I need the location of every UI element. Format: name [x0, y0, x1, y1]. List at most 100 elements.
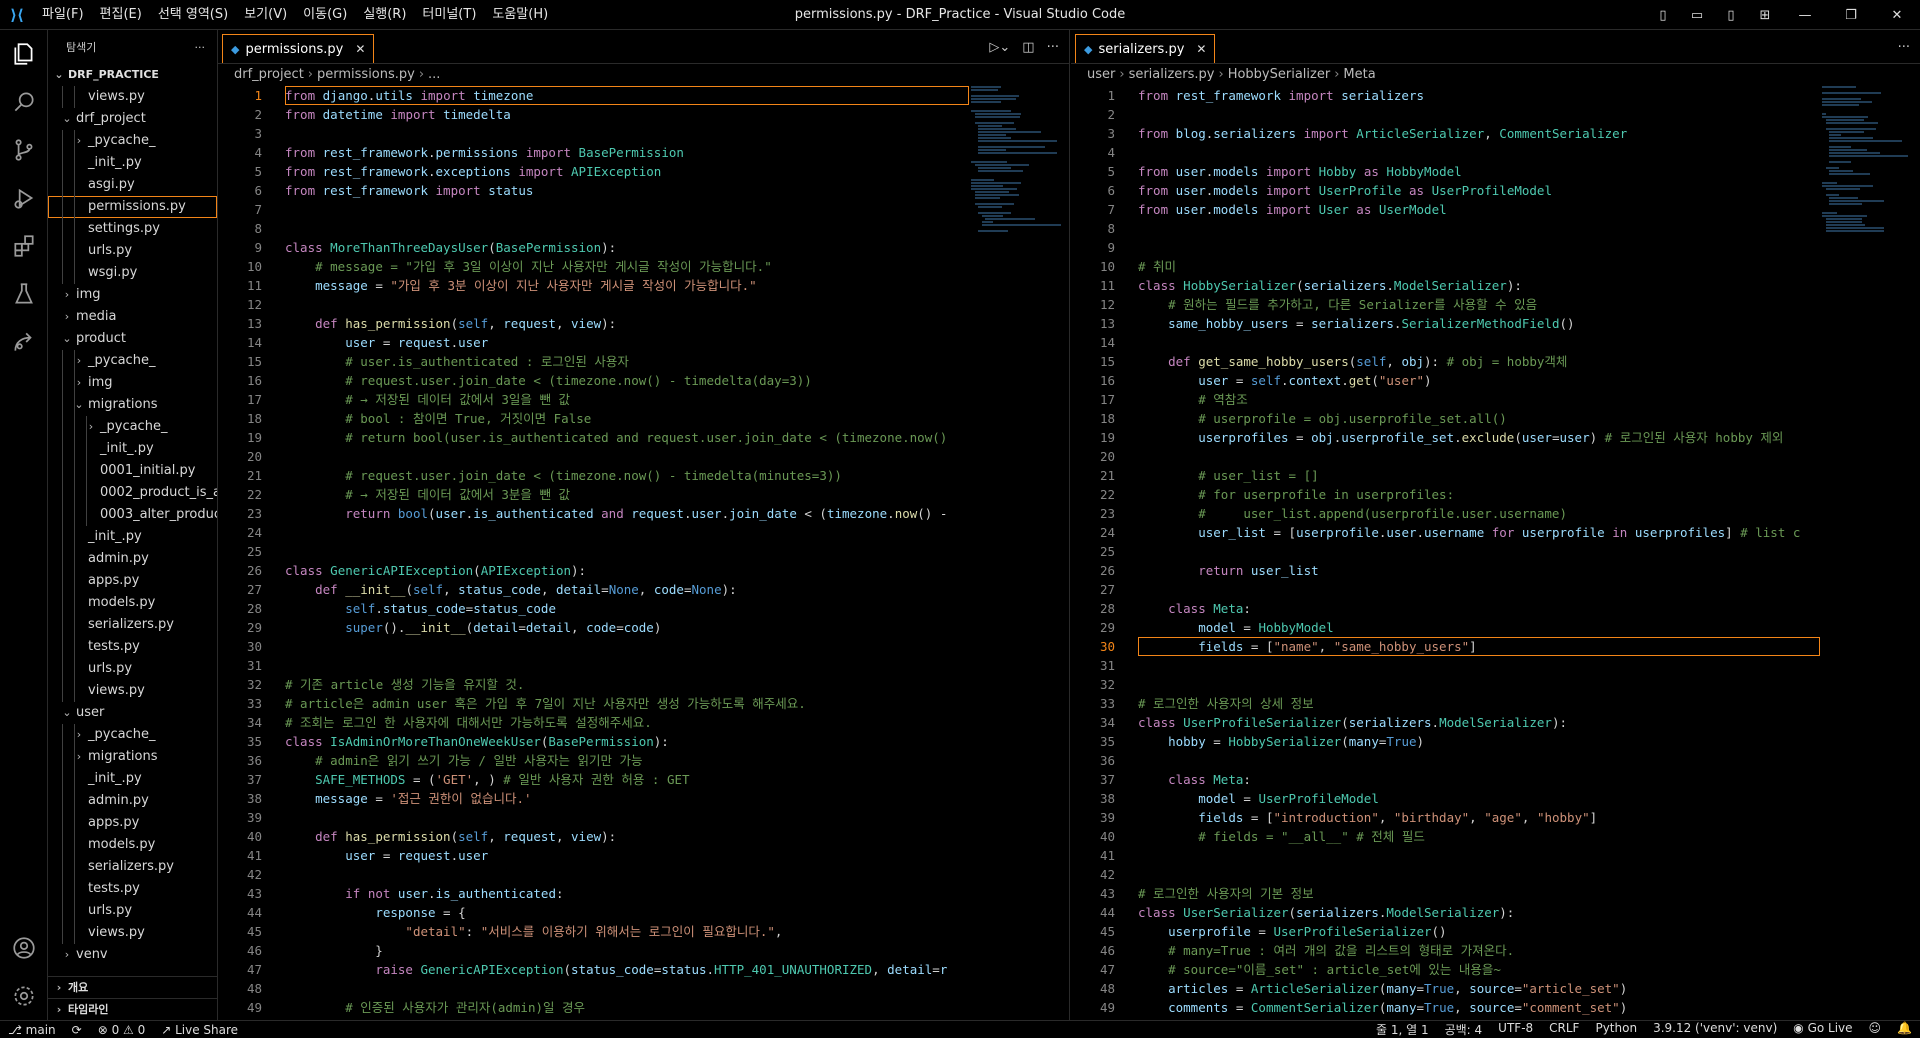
file-tree-item[interactable]: apps.py	[48, 812, 217, 834]
file-tree-item[interactable]: serializers.py	[48, 856, 217, 878]
liveshare-item[interactable]: ↗ Live Share	[153, 1023, 246, 1037]
file-tree-item[interactable]: models.py	[48, 834, 217, 856]
file-tree-item[interactable]: admin.py	[48, 548, 217, 570]
close-window-button[interactable]: ✕	[1874, 0, 1920, 30]
file-tree-item[interactable]: tests.py	[48, 636, 217, 658]
source-control-icon[interactable]	[0, 126, 48, 174]
code-editor[interactable]: 1 from rest_framework import serializers 2…	[1071, 86, 1920, 1020]
code-editor[interactable]: 1 from django.utils import timezone 2 from …	[218, 86, 1069, 1020]
timeline-section[interactable]: › 타임라인	[48, 998, 217, 1020]
file-tree-item[interactable]: 0002_product_is_a...	[48, 482, 217, 504]
file-tree-item[interactable]: apps.py	[48, 570, 217, 592]
file-tree-item[interactable]: › migrations	[48, 746, 217, 768]
breadcrumb-item[interactable]: permissions.py	[317, 67, 415, 82]
branch-item[interactable]: ⎇ main	[0, 1023, 64, 1037]
file-tree-item[interactable]: › media	[48, 306, 217, 328]
file-tree-item[interactable]: permissions.py	[48, 196, 217, 218]
close-tab-icon[interactable]: ✕	[355, 42, 365, 56]
feedback-icon[interactable]: ☺	[1861, 1021, 1890, 1038]
file-tree-item[interactable]: ⌄ drf_project	[48, 108, 217, 130]
menu-item[interactable]: 터미널(T)	[414, 0, 484, 30]
customize-layout-icon[interactable]: ⊞	[1748, 0, 1782, 30]
explorer-more-icon[interactable]: ···	[195, 41, 206, 54]
menu-item[interactable]: 이동(G)	[295, 0, 355, 30]
file-tree-item[interactable]: wsgi.py	[48, 262, 217, 284]
close-tab-icon[interactable]: ✕	[1196, 42, 1206, 56]
run-file-icon[interactable]: ▷⌄	[989, 40, 1010, 55]
file-tree-item[interactable]: views.py	[48, 680, 217, 702]
explorer-icon[interactable]	[0, 30, 48, 78]
problems-item[interactable]: ⊗ 0 ⚠ 0	[90, 1023, 154, 1037]
file-tree-item[interactable]: › img	[48, 372, 217, 394]
indentation[interactable]: 공백: 4	[1437, 1021, 1491, 1038]
file-tree-item[interactable]: › _pycache_	[48, 724, 217, 746]
breadcrumb-item[interactable]: Meta	[1343, 67, 1375, 82]
encoding[interactable]: UTF-8	[1490, 1021, 1541, 1038]
sync-icon[interactable]: ⟳	[64, 1023, 90, 1037]
file-tree-item[interactable]: tests.py	[48, 878, 217, 900]
menu-item[interactable]: 편집(E)	[92, 0, 150, 30]
language-mode[interactable]: Python	[1587, 1021, 1645, 1038]
menu-item[interactable]: 보기(V)	[236, 0, 295, 30]
tab-serializers[interactable]: ◆ serializers.py ✕	[1075, 34, 1216, 63]
testing-icon[interactable]	[0, 270, 48, 318]
file-tree-item[interactable]: ⌄ product	[48, 328, 217, 350]
file-tree-item[interactable]: urls.py	[48, 900, 217, 922]
file-tree-item[interactable]: › img	[48, 284, 217, 306]
file-tree-item[interactable]: › venv	[48, 944, 217, 966]
file-tree-item[interactable]: › _pycache_	[48, 350, 217, 372]
file-tree-item[interactable]: ⌄ user	[48, 702, 217, 724]
file-tree-item[interactable]: _init_.py	[48, 152, 217, 174]
file-tree-item[interactable]: settings.py	[48, 218, 217, 240]
breadcrumb-item[interactable]: user	[1087, 67, 1115, 82]
maximize-button[interactable]: ❐	[1828, 0, 1874, 30]
settings-gear-icon[interactable]	[0, 972, 48, 1020]
search-icon[interactable]	[0, 78, 48, 126]
file-tree-item[interactable]: _init_.py	[48, 438, 217, 460]
breadcrumb-item[interactable]: ...	[428, 67, 440, 82]
more-actions-icon[interactable]: ···	[1898, 40, 1910, 55]
menu-item[interactable]: 파일(F)	[34, 0, 92, 30]
file-tree-item[interactable]: 0003_alter_produc...	[48, 504, 217, 526]
file-tree-item[interactable]: ⌄ migrations	[48, 394, 217, 416]
python-interpreter[interactable]: 3.9.12 ('venv': venv)	[1645, 1021, 1785, 1038]
file-tree-item[interactable]: _init_.py	[48, 768, 217, 790]
menu-bar: 파일(F) 편집(E) 선택 영역(S) 보기(V) 이동(G) 실행(R) 터미널(T) 도…	[34, 0, 556, 30]
run-debug-icon[interactable]	[0, 174, 48, 222]
file-tree-item[interactable]: admin.py	[48, 790, 217, 812]
remote-explorer-icon[interactable]	[0, 318, 48, 366]
file-tree-item[interactable]: › _pycache_	[48, 130, 217, 152]
more-actions-icon[interactable]: ···	[1047, 40, 1059, 55]
tab-permissions[interactable]: ◆ permissions.py ✕	[222, 34, 375, 63]
breadcrumb-item[interactable]: HobbySerializer	[1228, 67, 1331, 82]
menu-item[interactable]: 선택 영역(S)	[150, 0, 236, 30]
line-ending[interactable]: CRLF	[1541, 1021, 1587, 1038]
code-line: 20	[218, 447, 1069, 466]
extensions-icon[interactable]	[0, 222, 48, 270]
file-tree-item[interactable]: urls.py	[48, 658, 217, 680]
toggle-secondary-sidebar-icon[interactable]: ▯	[1714, 0, 1748, 30]
split-editor-icon[interactable]: ◫	[1022, 40, 1034, 55]
menu-item[interactable]: 도움말(H)	[484, 0, 556, 30]
file-tree-item[interactable]: 0001_initial.py	[48, 460, 217, 482]
file-tree-item[interactable]: urls.py	[48, 240, 217, 262]
file-tree-item[interactable]: asgi.py	[48, 174, 217, 196]
minimize-button[interactable]: —	[1782, 0, 1828, 30]
file-tree-item[interactable]: serializers.py	[48, 614, 217, 636]
menu-item[interactable]: 실행(R)	[355, 0, 414, 30]
toggle-panel-icon[interactable]: ▭	[1680, 0, 1714, 30]
cursor-position[interactable]: 줄 1, 열 1	[1368, 1021, 1437, 1038]
outline-section[interactable]: › 개요	[48, 976, 217, 998]
file-tree-item[interactable]: views.py	[48, 922, 217, 944]
file-tree-item[interactable]: views.py	[48, 86, 217, 108]
file-tree-item[interactable]: models.py	[48, 592, 217, 614]
file-tree-item[interactable]: _init_.py	[48, 526, 217, 548]
workspace-root[interactable]: ⌄ DRF_PRACTICE	[48, 64, 217, 86]
notifications-icon[interactable]: 🔔	[1889, 1021, 1920, 1038]
accounts-icon[interactable]	[0, 924, 48, 972]
breadcrumb-item[interactable]: serializers.py	[1129, 67, 1215, 82]
file-tree-item[interactable]: › _pycache_	[48, 416, 217, 438]
toggle-sidebar-icon[interactable]: ▯	[1646, 0, 1680, 30]
breadcrumb-item[interactable]: drf_project	[234, 67, 304, 82]
go-live-item[interactable]: ◉ Go Live	[1785, 1021, 1860, 1038]
